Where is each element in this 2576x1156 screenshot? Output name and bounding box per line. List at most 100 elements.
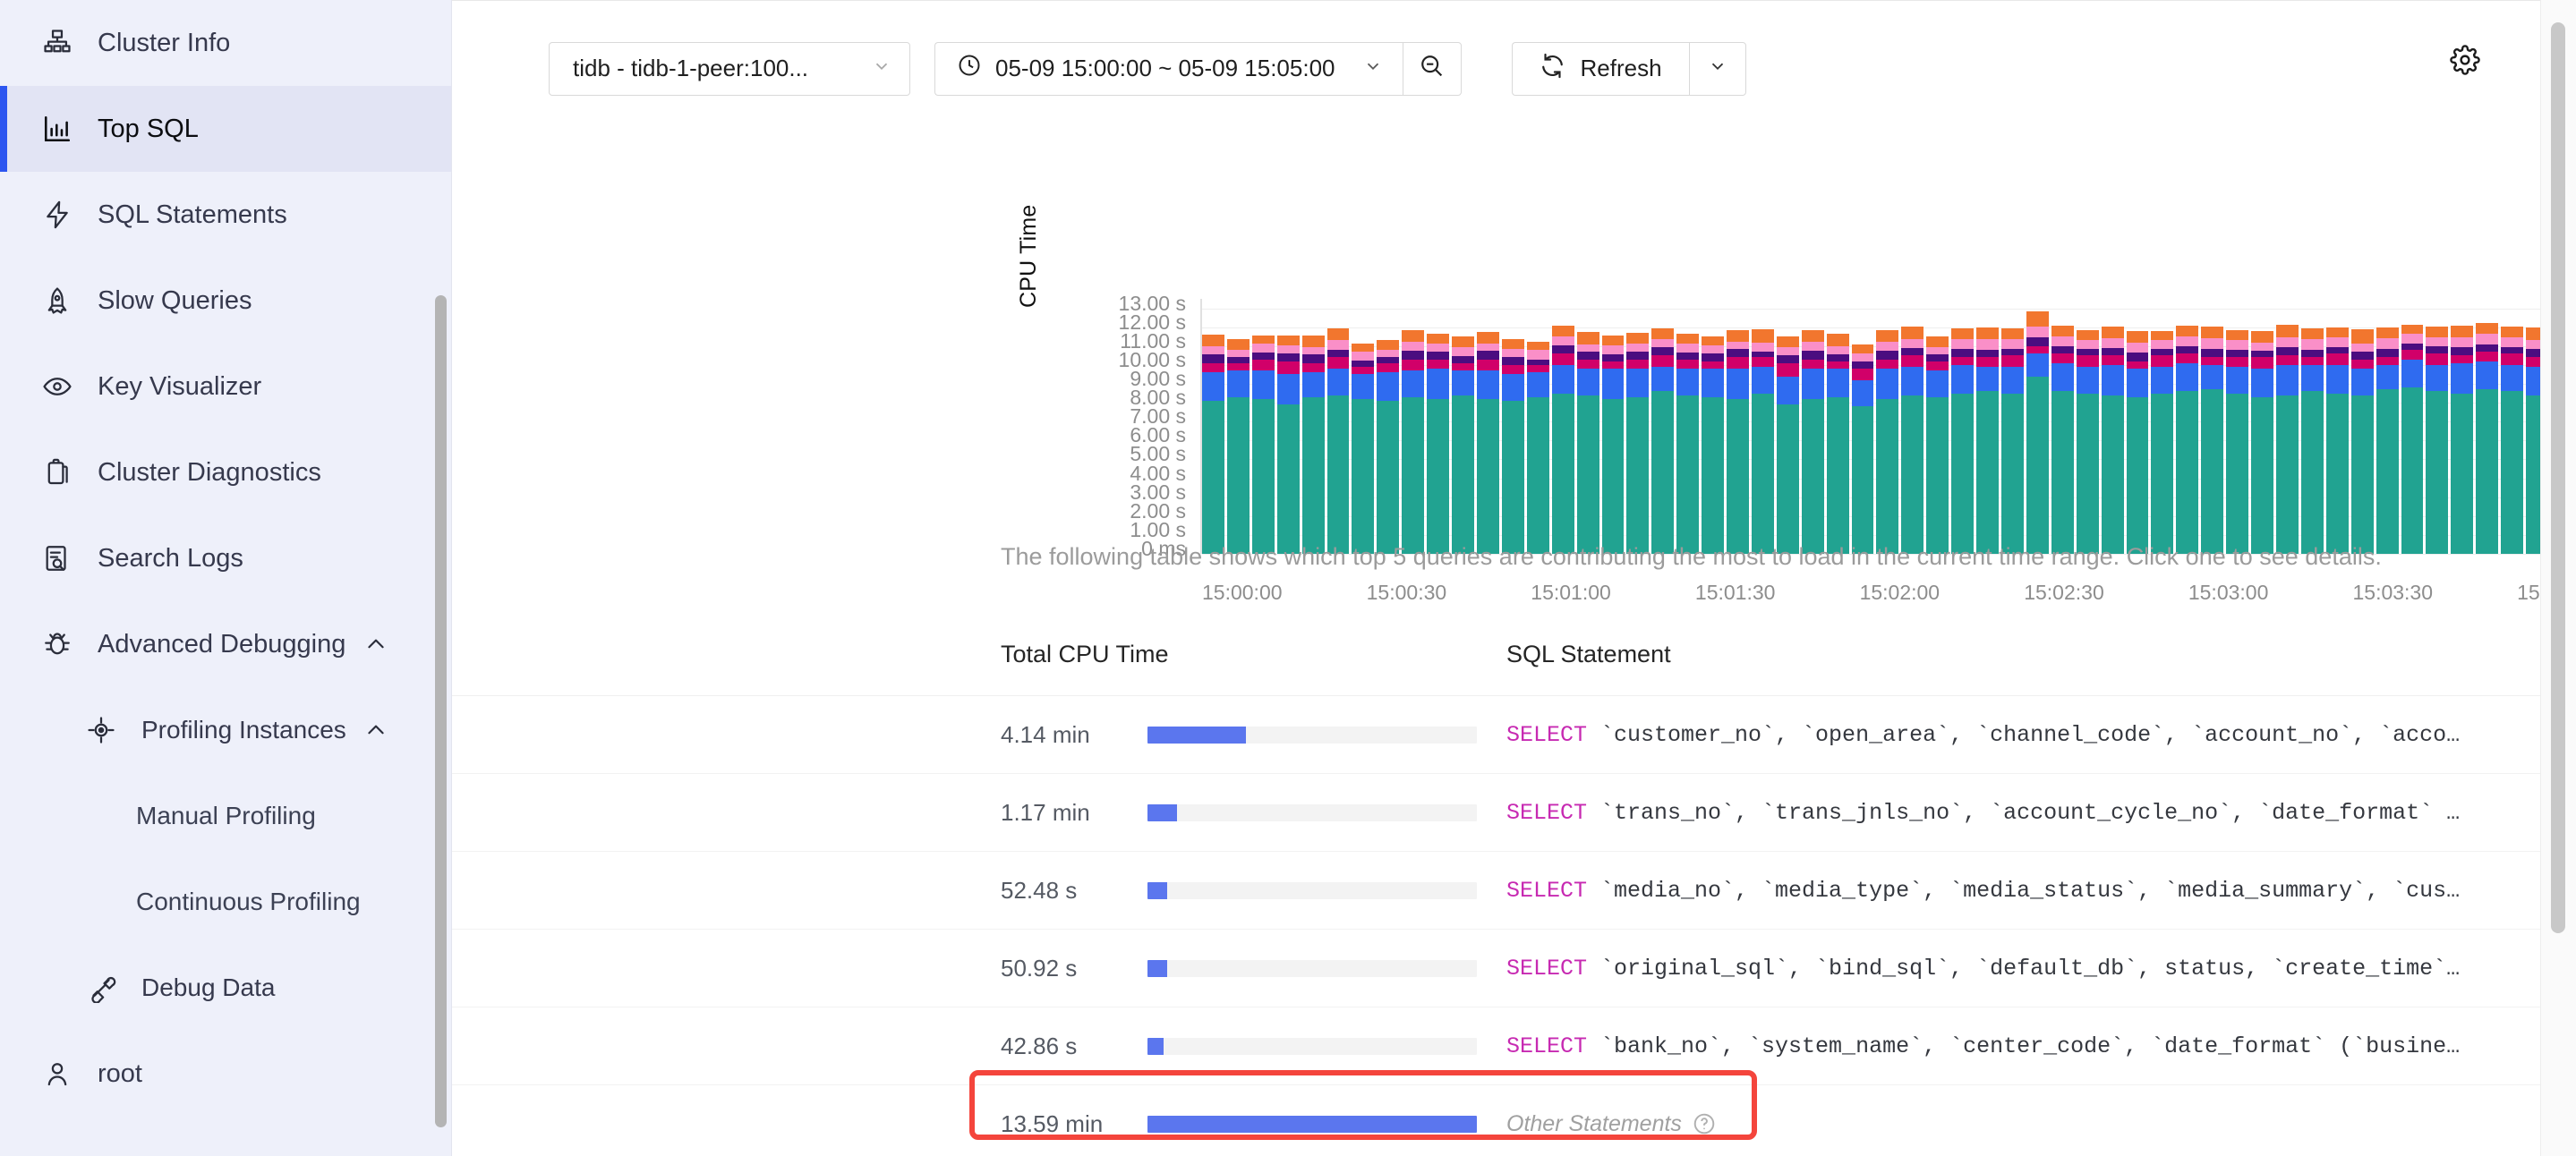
chart-bar[interactable] [2051,299,2077,554]
refresh-dropdown-button[interactable] [1688,41,1746,96]
chart-bar-segment [2051,391,2074,554]
chart-bar[interactable] [1626,299,1651,554]
sidebar-item-slow-queries[interactable]: Slow Queries [0,258,452,344]
chart-bar[interactable] [1876,299,1901,554]
chart-bar[interactable] [1476,299,1502,554]
sidebar-item-top-sql[interactable]: Top SQL [0,86,452,172]
chart-bar-segment [1702,369,1725,397]
chart-bar[interactable] [2401,299,2427,554]
chart-bar[interactable] [2251,299,2276,554]
chart-bar[interactable] [2376,299,2401,554]
instance-select[interactable]: tidb - tidb-1-peer:100... [549,41,910,96]
chart-bar[interactable] [1202,299,1227,554]
sidebar-item-cluster-info[interactable]: Cluster Info [0,0,452,86]
chart-bar[interactable] [1727,299,1752,554]
chart-bar[interactable] [2126,299,2152,554]
main-scrollbar-thumb[interactable] [2551,22,2565,933]
help-circle-icon[interactable] [1693,1112,1716,1135]
chevron-up-icon[interactable] [364,633,388,656]
chevron-up-icon[interactable] [364,718,388,742]
chart-bar[interactable] [2201,299,2226,554]
sidebar-scrollbar[interactable] [435,295,447,1127]
sidebar-item-debug-data[interactable]: Debug Data [0,945,452,1031]
chart-bar[interactable] [1452,299,1477,554]
chart-bar[interactable] [2026,299,2051,554]
chart-bar[interactable] [1851,299,1877,554]
chart-bar[interactable] [2451,299,2476,554]
chart-bar[interactable] [1926,299,1951,554]
chart-bar-segment [2176,391,2199,554]
chart-bar[interactable] [1377,299,1402,554]
chart-bar[interactable] [2476,299,2501,554]
chart-bar[interactable] [2176,299,2201,554]
sidebar-item-search-logs[interactable]: Search Logs [0,515,452,601]
table-row[interactable]: 42.86 s SELECT `bank_no`, `system_name`, … [452,1007,2576,1085]
refresh-button[interactable]: Refresh [1511,41,1689,96]
chart-bar[interactable] [1901,299,1926,554]
chart-bar[interactable] [1501,299,1527,554]
chart-bar[interactable] [1702,299,1727,554]
sidebar-item-cluster-diagnostics[interactable]: Cluster Diagnostics [0,429,452,515]
chart-bar[interactable] [1526,299,1552,554]
sidebar-item-root[interactable]: root [0,1031,452,1117]
table-row[interactable]: 1.17 min SELECT `trans_no`, `trans_jnls_n… [452,774,2576,852]
sidebar-item-manual-profiling[interactable]: Manual Profiling [0,773,452,859]
zoom-out-button[interactable] [1402,41,1462,96]
chart-bar[interactable] [1651,299,1676,554]
chart-y-axis-label: CPU Time [1016,204,1041,308]
chart-bar[interactable] [1226,299,1252,554]
chart-bar[interactable] [2151,299,2176,554]
x-tick-label: 15:00:00 [1202,581,1283,604]
chart-bar[interactable] [2501,299,2526,554]
chart-plot-area[interactable] [1200,299,2576,555]
chart-bar[interactable] [1601,299,1627,554]
table-row[interactable]: 50.92 s SELECT `original_sql`, `bind_sql`… [452,930,2576,1007]
time-range-select[interactable]: 05-09 15:00:00 ~ 05-09 15:05:00 [934,41,1403,96]
chart-bar[interactable] [2226,299,2251,554]
settings-button[interactable] [2447,44,2483,80]
chart-bar[interactable] [1776,299,1802,554]
sidebar-item-profiling-instances[interactable]: Profiling Instances [0,687,452,773]
chart-bar[interactable] [2001,299,2026,554]
bug-icon [42,629,73,659]
chart-bar-segment [2201,348,2224,358]
chart-bar[interactable] [1551,299,1577,554]
sidebar-item-sql-statements[interactable]: SQL Statements [0,172,452,258]
table-row[interactable]: 4.14 min SELECT `customer_no`, `open_area… [452,696,2576,774]
chart-bar-segment [1326,327,1350,341]
chart-bar[interactable] [2275,299,2301,554]
chart-bar-segment [1476,351,1499,360]
chart-bar-segment [2476,323,2499,335]
chart-bar-segment [2451,346,2474,356]
chart-bar-segment [1452,370,1474,395]
chart-bar[interactable] [2350,299,2376,554]
table-row[interactable]: 52.48 s SELECT `media_no`, `media_type`, … [452,852,2576,930]
chart-bar[interactable] [1676,299,1702,554]
chart-bar[interactable] [1402,299,1427,554]
chart-bar[interactable] [1576,299,1602,554]
chart-bar[interactable] [1326,299,1352,554]
chart-bar[interactable] [1352,299,1377,554]
chart-bar[interactable] [1427,299,1452,554]
chart-bar-segment [1951,357,1975,365]
chart-bar[interactable] [1976,299,2001,554]
chart-bar[interactable] [2325,299,2351,554]
chart-bar[interactable] [1826,299,1852,554]
chart-bar[interactable] [2300,299,2326,554]
chart-bar[interactable] [1251,299,1277,554]
chart-bar[interactable] [2076,299,2102,554]
chart-bar-segment [1551,364,1574,394]
chart-bar[interactable] [2101,299,2127,554]
chart-bar[interactable] [1801,299,1827,554]
sidebar-item-continuous-profiling[interactable]: Continuous Profiling [0,859,452,945]
chart-bar[interactable] [1301,299,1327,554]
chart-bar[interactable] [2426,299,2451,554]
chart-bar-segment [2350,352,2374,360]
chart-bar[interactable] [1276,299,1302,554]
table-row[interactable]: 13.59 min Other Statements [452,1085,2576,1156]
chart-bar[interactable] [1951,299,1976,554]
chart-bar[interactable] [1751,299,1777,554]
sidebar-item-key-visualizer[interactable]: Key Visualizer [0,344,452,429]
sidebar-item-advanced-debugging[interactable]: Advanced Debugging [0,601,452,687]
chart-bar-segment [1926,361,1949,371]
